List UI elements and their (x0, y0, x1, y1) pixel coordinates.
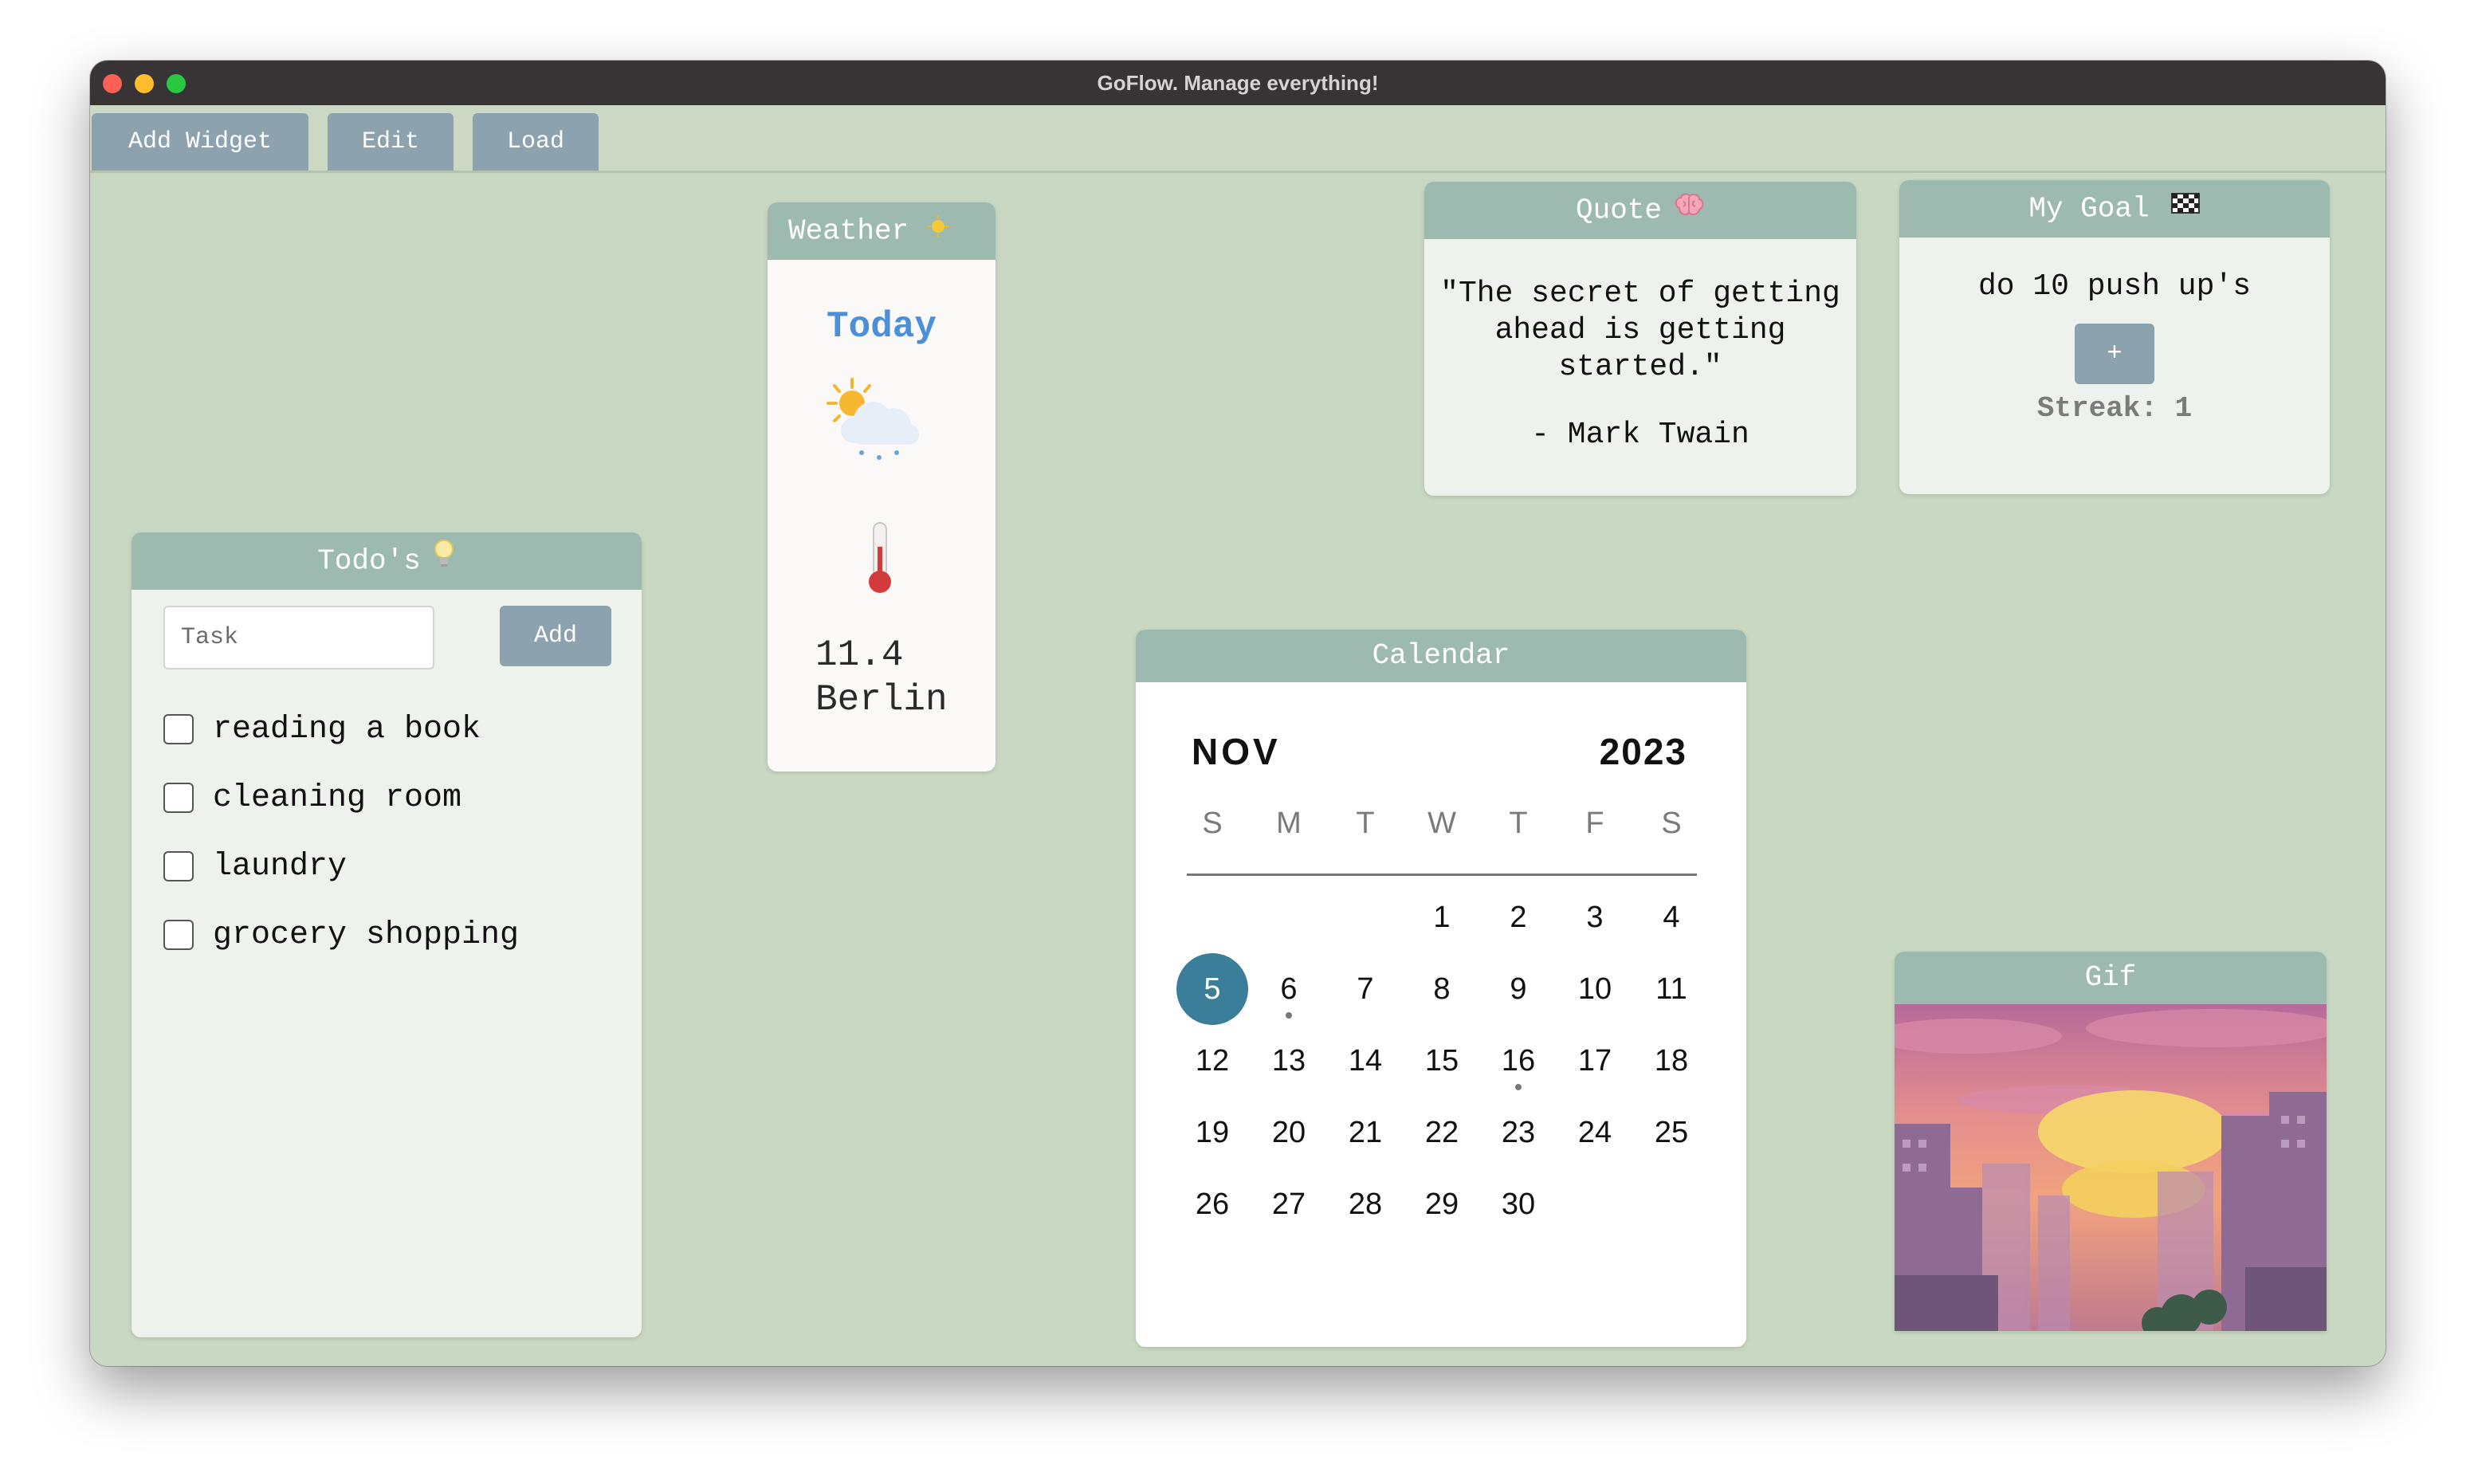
gif-header[interactable]: Gif (1895, 952, 2327, 1004)
streak-counter: Streak: 1 (2036, 392, 2193, 425)
todo-widget: Todo's Add reading a book cleaning room … (132, 532, 642, 1337)
calendar-month: NOV (1192, 731, 1281, 772)
checkered-flag-icon (2170, 180, 2201, 238)
goal-text: do 10 push up's (1977, 269, 2252, 304)
todo-checkbox[interactable] (163, 920, 194, 950)
calendar-day[interactable]: 30 (1482, 1184, 1554, 1224)
quote-header[interactable]: Quote (1424, 182, 1856, 239)
todo-title: Todo's (317, 544, 421, 578)
calendar-day[interactable]: 21 (1329, 1113, 1401, 1152)
calendar-day[interactable]: 12 (1176, 1041, 1248, 1081)
weather-title: Weather (788, 214, 909, 248)
weather-header[interactable]: Weather (768, 202, 995, 260)
toolbar: Add Widget Edit Load (90, 105, 2386, 173)
calendar-header[interactable]: Calendar (1136, 630, 1746, 682)
calendar-day[interactable]: 3 (1559, 897, 1631, 937)
calendar-day[interactable]: 19 (1176, 1113, 1248, 1152)
city-name: Berlin (815, 679, 948, 720)
add-widget-button[interactable]: Add Widget (92, 113, 308, 171)
calendar-widget: Calendar NOV 2023 S M T W T F S 1 2 3 4 5 6 7 8 9 10 11 12… (1136, 630, 1746, 1347)
calendar-day[interactable]: 18 (1636, 1041, 1707, 1081)
todo-item[interactable]: reading a book (163, 709, 481, 749)
task-input[interactable] (163, 606, 434, 669)
calendar-day[interactable]: 9 (1482, 969, 1554, 1009)
thermometer-icon (862, 520, 898, 600)
calendar-day[interactable]: 5 (1176, 969, 1248, 1009)
calendar-day[interactable]: 2 (1482, 897, 1554, 937)
weather-widget: Weather Today 11.4 Berlin (768, 202, 995, 771)
brain-icon (1673, 182, 1705, 239)
weekday-label: S (1661, 807, 1682, 840)
light-bulb-icon (432, 532, 456, 590)
weekday-label: W (1427, 807, 1456, 840)
todo-item-label: cleaning room (213, 779, 462, 816)
weekday-label: T (1356, 807, 1375, 840)
calendar-day[interactable]: 24 (1559, 1113, 1631, 1152)
calendar-day[interactable]: 25 (1636, 1113, 1707, 1152)
edit-button[interactable]: Edit (328, 113, 454, 171)
sun-icon (926, 202, 950, 260)
calendar-day[interactable]: 29 (1406, 1184, 1478, 1224)
add-task-button[interactable]: Add (500, 606, 611, 666)
weekday-label: T (1509, 807, 1528, 840)
calendar-day[interactable]: 23 (1482, 1113, 1554, 1152)
quote-widget: Quote "The secret of getting ahead is ge… (1424, 182, 1856, 496)
quote-author: - Mark Twain (1531, 418, 1749, 452)
weekday-label: S (1202, 807, 1223, 840)
calendar-day[interactable]: 14 (1329, 1041, 1401, 1081)
calendar-day[interactable]: 28 (1329, 1184, 1401, 1224)
weather-readout: 11.4 Berlin (815, 633, 948, 722)
calendar-day[interactable]: 22 (1406, 1113, 1478, 1152)
event-dot (1286, 1012, 1292, 1019)
calendar-divider (1187, 874, 1697, 876)
gif-title: Gif (2084, 961, 2137, 994)
calendar-day[interactable]: 7 (1329, 969, 1401, 1009)
calendar-day[interactable]: 6 (1253, 969, 1325, 1009)
calendar-day[interactable]: 8 (1406, 969, 1478, 1009)
calendar-day[interactable]: 26 (1176, 1184, 1248, 1224)
todo-item[interactable]: cleaning room (163, 778, 461, 818)
todo-item-label: grocery shopping (213, 917, 520, 953)
increment-streak-button[interactable]: + (2075, 324, 2154, 384)
calendar-day[interactable]: 4 (1636, 897, 1707, 937)
goal-header[interactable]: My Goal (1899, 180, 2330, 238)
sunset-city-gif (1895, 1004, 2327, 1331)
calendar-day[interactable]: 1 (1406, 897, 1478, 937)
calendar-day[interactable]: 27 (1253, 1184, 1325, 1224)
weekday-label: M (1276, 807, 1302, 840)
calendar-day[interactable]: 16 (1482, 1041, 1554, 1081)
event-dot (1515, 1084, 1522, 1090)
todo-item[interactable]: grocery shopping (163, 915, 519, 955)
calendar-day[interactable]: 20 (1253, 1113, 1325, 1152)
todo-checkbox[interactable] (163, 851, 194, 881)
goal-title: My Goal (2028, 192, 2150, 226)
temperature-value: 11.4 (815, 634, 904, 676)
gif-widget: Gif (1895, 952, 2327, 1331)
window-title: GoFlow. Manage everything! (1097, 71, 1379, 95)
todo-checkbox[interactable] (163, 714, 194, 744)
title-bar: GoFlow. Manage everything! (90, 61, 2386, 105)
todo-header[interactable]: Todo's (132, 532, 642, 590)
calendar-day[interactable]: 15 (1406, 1041, 1478, 1081)
quote-title: Quote (1575, 194, 1663, 227)
calendar-day[interactable]: 11 (1636, 969, 1707, 1009)
weather-day-label: Today (826, 306, 937, 347)
calendar-day[interactable]: 17 (1559, 1041, 1631, 1081)
todo-item-label: reading a book (213, 711, 481, 748)
app-window: GoFlow. Manage everything! Add Widget Ed… (90, 61, 2386, 1366)
todo-checkbox[interactable] (163, 783, 194, 813)
sun-behind-rain-cloud-icon (823, 375, 927, 474)
todo-item[interactable]: laundry (163, 846, 347, 886)
calendar-day[interactable]: 10 (1559, 969, 1631, 1009)
weekday-label: F (1585, 807, 1604, 840)
calendar-day[interactable]: 13 (1253, 1041, 1325, 1081)
todo-item-label: laundry (213, 848, 348, 885)
quote-text: "The secret of getting ahead is getting … (1440, 277, 1840, 384)
load-button[interactable]: Load (473, 113, 599, 171)
goal-widget: My Goal do 10 push up's + Streak: 1 (1899, 180, 2330, 494)
calendar-year: 2023 (1599, 731, 1687, 772)
calendar-title: Calendar (1372, 639, 1510, 672)
